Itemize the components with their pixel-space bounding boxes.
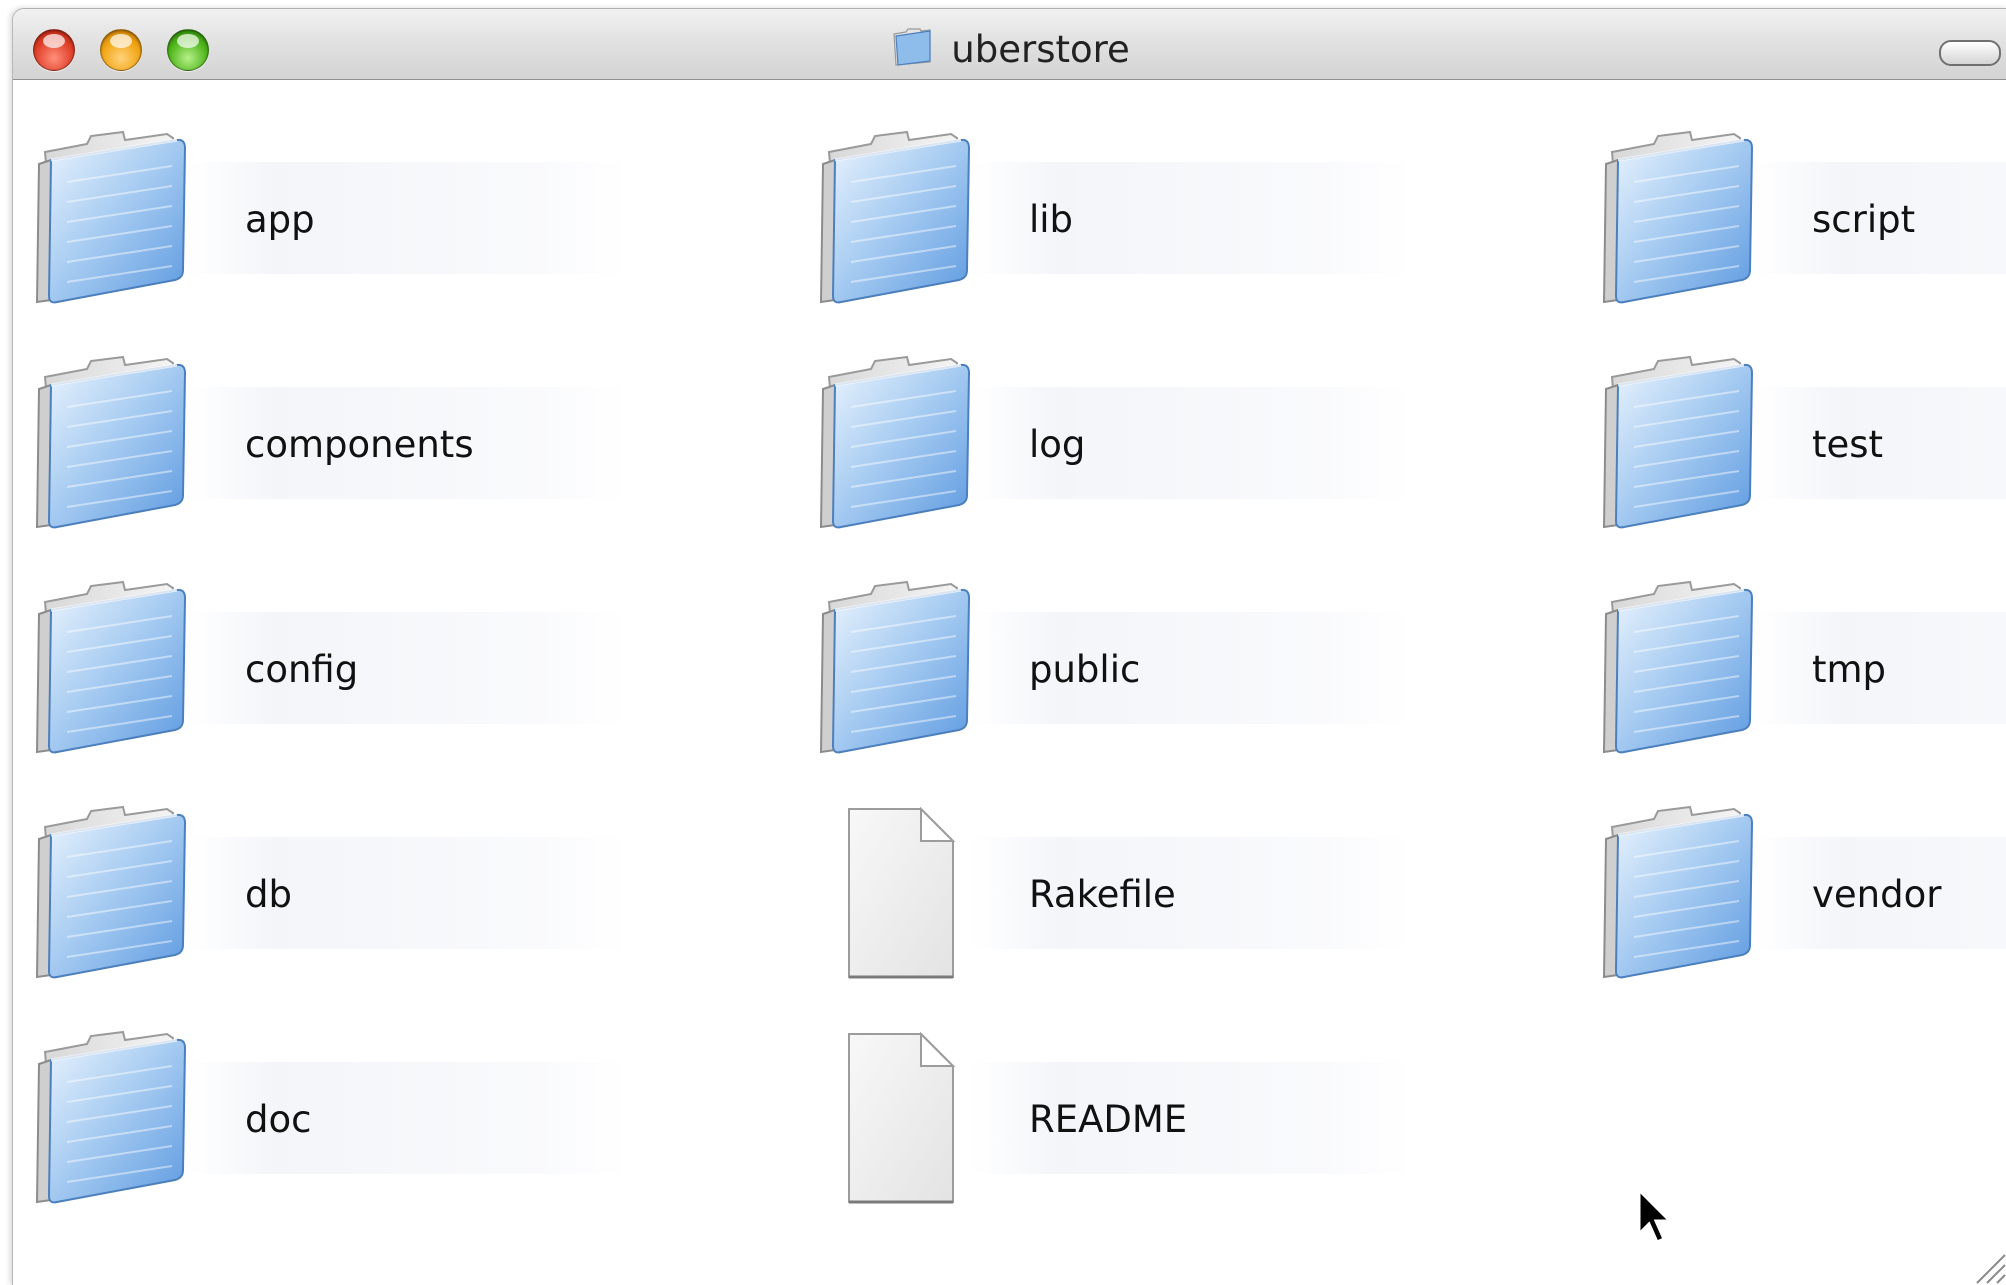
folder-icon[interactable] — [27, 347, 227, 537]
folder-icon[interactable] — [1594, 572, 1794, 762]
folder-item[interactable]: log — [811, 347, 1411, 537]
folder-icon[interactable] — [27, 122, 227, 312]
folder-icon[interactable] — [811, 572, 1011, 762]
folder-item[interactable]: db — [27, 797, 627, 987]
window-title-text: uberstore — [951, 27, 1130, 71]
folder-icon[interactable] — [1594, 797, 1794, 987]
item-label[interactable]: Rakefile — [1029, 873, 1176, 916]
folder-item[interactable]: components — [27, 347, 627, 537]
toolbar-toggle-button[interactable] — [1939, 40, 2001, 66]
icon-view: app components config db doc lib log public Rake… — [13, 80, 2006, 1285]
item-label[interactable]: components — [245, 423, 474, 466]
folder-item[interactable]: script — [1594, 122, 2006, 312]
finder-window: uberstore app components config db doc lib log… — [12, 8, 2006, 1285]
file-item[interactable]: Rakefile — [811, 797, 1411, 987]
item-label[interactable]: script — [1812, 198, 1915, 241]
resize-grip-icon[interactable] — [1967, 1245, 2006, 1285]
document-icon[interactable] — [811, 1022, 1011, 1212]
item-label[interactable]: db — [245, 873, 292, 916]
item-label[interactable]: vendor — [1812, 873, 1941, 916]
folder-item[interactable]: lib — [811, 122, 1411, 312]
folder-icon[interactable] — [1594, 122, 1794, 312]
folder-icon[interactable] — [27, 1022, 227, 1212]
folder-item[interactable]: public — [811, 572, 1411, 762]
folder-icon[interactable] — [1594, 347, 1794, 537]
item-label[interactable]: doc — [245, 1098, 311, 1141]
folder-icon — [890, 27, 934, 66]
folder-icon[interactable] — [27, 572, 227, 762]
item-label[interactable]: tmp — [1812, 648, 1886, 691]
window-title: uberstore — [13, 27, 2006, 71]
folder-icon[interactable] — [811, 347, 1011, 537]
folder-item[interactable]: tmp — [1594, 572, 2006, 762]
mouse-pointer-icon — [1637, 1188, 1674, 1244]
folder-item[interactable]: vendor — [1594, 797, 2006, 987]
folder-icon[interactable] — [811, 122, 1011, 312]
folder-item[interactable]: app — [27, 122, 627, 312]
folder-item[interactable]: config — [27, 572, 627, 762]
folder-icon[interactable] — [27, 797, 227, 987]
item-label[interactable]: test — [1812, 423, 1883, 466]
folder-item[interactable]: test — [1594, 347, 2006, 537]
folder-item[interactable]: doc — [27, 1022, 627, 1212]
title-bar[interactable]: uberstore — [13, 9, 2006, 80]
item-label[interactable]: config — [245, 648, 358, 691]
file-item[interactable]: README — [811, 1022, 1411, 1212]
item-label[interactable]: lib — [1029, 198, 1073, 241]
item-label[interactable]: app — [245, 198, 315, 241]
item-label[interactable]: README — [1029, 1098, 1187, 1141]
document-icon[interactable] — [811, 797, 1011, 987]
item-label[interactable]: log — [1029, 423, 1085, 466]
item-label[interactable]: public — [1029, 648, 1140, 691]
